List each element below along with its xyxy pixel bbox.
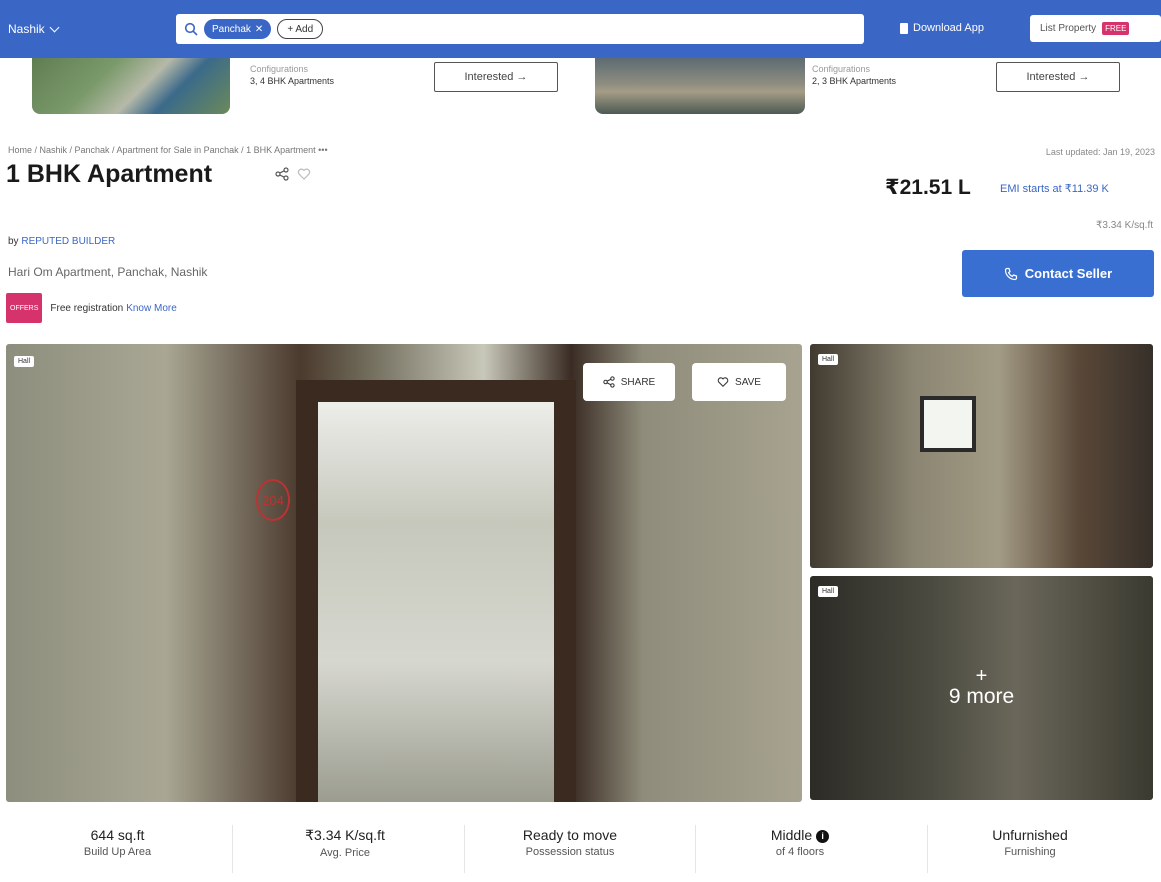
download-app-link[interactable]: Download App [900, 22, 984, 34]
share-button[interactable]: SHARE [583, 363, 675, 401]
divider [695, 825, 696, 873]
more-photos-count: 9 more [948, 685, 1015, 708]
stat-furnishing: Unfurnished Furnishing [965, 827, 1095, 858]
builder-line: by REPUTED BUILDER [8, 236, 115, 247]
share-label: SHARE [620, 376, 656, 388]
locality-chip[interactable]: Panchak ✕ [204, 19, 272, 39]
gallery-thumbnail[interactable]: Hall [810, 344, 1153, 568]
stat-floor: Middle i of 4 floors [735, 827, 865, 858]
stat-label: Build Up Area [83, 846, 152, 858]
page-title: 1 BHK Apartment [6, 160, 213, 188]
stat-possession: Ready to move Possession status [505, 827, 635, 858]
stat-value: ₹3.34 K/sq.ft [305, 827, 385, 843]
builder-link[interactable]: REPUTED BUILDER [21, 236, 115, 247]
similar-project-image[interactable] [32, 58, 230, 114]
stat-label: Possession status [525, 846, 615, 858]
stat-value-row: Middle i [735, 827, 865, 843]
title-actions [275, 167, 311, 181]
stat-build-up-area: 644 sq.ft Build Up Area [55, 827, 180, 858]
last-updated: Last updated: Jan 19, 2023 [1045, 147, 1155, 157]
stat-value: Unfurnished [992, 827, 1068, 843]
city-selector[interactable]: Nashik [8, 22, 60, 36]
offers-badge: OFFERS [6, 293, 43, 323]
chevron-down-icon [49, 22, 60, 32]
stat-value: Middle [770, 827, 813, 843]
more-photos-tile[interactable]: Hall + 9 more [810, 576, 1153, 800]
list-property-button[interactable]: List Property FREE [1030, 15, 1161, 42]
download-app-label: Download App [913, 22, 984, 34]
locality-chip-label: Panchak [212, 23, 251, 35]
stat-label: Avg. Price [320, 847, 370, 859]
free-badge: FREE [1102, 22, 1130, 35]
contact-seller-label: Contact Seller [1024, 266, 1113, 281]
stat-value: Ready to move [522, 827, 618, 843]
share-icon[interactable] [275, 167, 289, 181]
similar-project-config: Configurations 2, 3 BHK Apartments [812, 64, 896, 86]
window-view [920, 396, 976, 452]
add-locality-button[interactable]: + Add [277, 19, 324, 39]
heart-icon [717, 377, 729, 388]
offer-text: Free registration [50, 302, 124, 314]
city-label: Nashik [8, 22, 45, 36]
more-photos-overlay: + 9 more [810, 576, 1153, 800]
divider [232, 825, 233, 873]
phone-icon [1004, 267, 1017, 280]
contact-seller-button[interactable]: Contact Seller [962, 250, 1154, 297]
save-label: SAVE [735, 376, 761, 388]
property-address: Hari Om Apartment, Panchak, Nashik [8, 265, 208, 279]
info-icon[interactable]: i [816, 829, 830, 843]
stat-value: 644 sq.ft [90, 827, 145, 843]
room-number: 204 [256, 479, 290, 521]
stat-label: Furnishing [1004, 846, 1056, 858]
similar-project-config: Configurations 3, 4 BHK Apartments [250, 64, 334, 86]
close-icon[interactable]: ✕ [255, 24, 263, 35]
phone-icon [900, 22, 908, 34]
similar-project-image[interactable] [595, 58, 805, 114]
plus-icon: + [975, 665, 988, 687]
breadcrumb[interactable]: Home / Nashik / Panchak / Apartment for … [8, 145, 328, 155]
door-frame [296, 380, 576, 802]
price-per-sqft: ₹3.34 K/sq.ft [1096, 220, 1153, 231]
property-stats: 644 sq.ft Build Up Area ₹3.34 K/sq.ft Av… [0, 815, 1161, 882]
offers-row: OFFERS Free registration Know More [6, 293, 177, 323]
builder-prefix: by [8, 236, 22, 247]
stat-label: of 4 floors [775, 846, 825, 858]
divider [927, 825, 928, 873]
stat-avg-price: ₹3.34 K/sq.ft Avg. Price [280, 827, 410, 859]
photo-tag: Hall [818, 354, 839, 365]
photo-tag: Hall [14, 356, 35, 367]
know-more-link[interactable]: Know More [126, 303, 177, 314]
search-icon [184, 22, 198, 36]
search-bar[interactable]: Panchak ✕ + Add [176, 14, 864, 44]
config-label: Configurations [250, 64, 309, 74]
heart-icon[interactable] [297, 167, 311, 181]
top-nav: Nashik Panchak ✕ + Add Download App List… [0, 0, 1161, 58]
config-value: 2, 3 BHK Apartments [812, 76, 897, 86]
interested-button[interactable]: Interested → [434, 62, 558, 92]
interested-button[interactable]: Interested → [996, 62, 1120, 92]
emi-link[interactable]: EMI starts at ₹11.39 K [1000, 182, 1109, 195]
list-property-label: List Property [1040, 23, 1097, 34]
price: ₹21.51 L [885, 176, 971, 199]
main-photo[interactable]: 204 Hall SHARE SAVE [6, 344, 802, 802]
divider [464, 825, 465, 873]
share-icon [603, 376, 615, 388]
config-label: Configurations [812, 64, 871, 74]
save-button[interactable]: SAVE [692, 363, 786, 401]
config-value: 3, 4 BHK Apartments [250, 76, 335, 86]
